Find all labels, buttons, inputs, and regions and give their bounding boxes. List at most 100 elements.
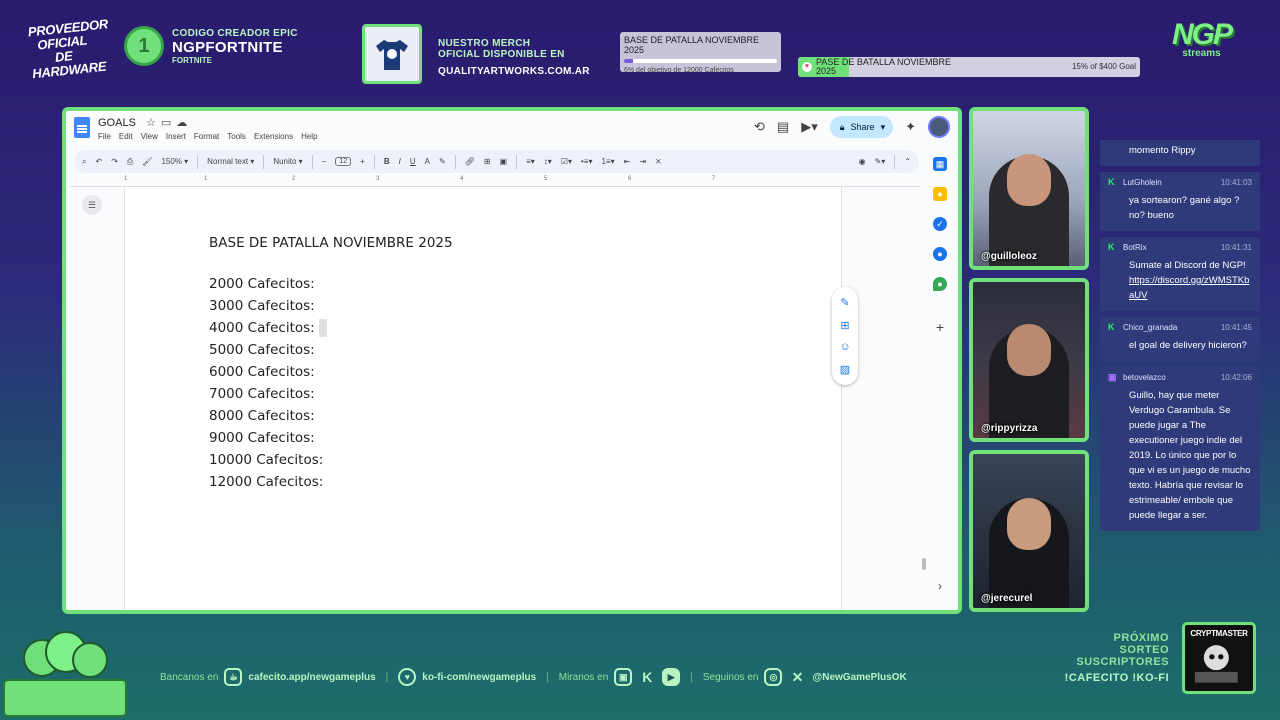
folder-icon[interactable]: ▭ (161, 116, 171, 129)
document-page[interactable]: BASE DE PATALLA NOVIEMBRE 2025 2000 Cafe… (124, 187, 842, 610)
clear-format-icon[interactable]: ⨯ (655, 157, 662, 166)
comment-icon[interactable]: ▤ (777, 119, 789, 135)
kick-icon[interactable]: K (638, 668, 656, 686)
editing-mode-icon[interactable]: ✎▾ (875, 157, 886, 166)
image-edit-icon[interactable]: ▨ (840, 363, 850, 376)
link-icon[interactable]: 🔗︎ (465, 157, 475, 166)
underline-icon[interactable]: U (410, 157, 416, 166)
bullet-list-icon[interactable]: •≡▾ (581, 157, 592, 166)
maps-icon[interactable]: ● (933, 277, 947, 291)
checklist-icon[interactable]: ☑▾ (561, 157, 572, 166)
text-color-icon[interactable]: A (425, 157, 430, 166)
cloud-icon[interactable]: ☁ (176, 116, 187, 129)
star-icon[interactable]: ☆ (146, 116, 156, 129)
goal-line[interactable]: 3000 Cafecitos: (209, 295, 453, 317)
image-icon[interactable]: ▣ (500, 157, 508, 166)
gemini-icon[interactable]: ✦ (905, 119, 916, 135)
meet-icon[interactable]: ▶▾ (801, 119, 818, 135)
goal-line[interactable]: 12000 Cafecitos: (209, 471, 453, 493)
font-size-decrease[interactable]: − (322, 157, 327, 166)
zoom-select[interactable]: 150% ▾ (161, 157, 188, 166)
emoji-icon[interactable]: ☺ (839, 341, 850, 353)
menu-format[interactable]: Format (194, 132, 219, 141)
chat-link[interactable]: https://discord.gg/zWMSTKbaUV (1129, 275, 1249, 301)
goal-line[interactable]: 9000 Cafecitos: (209, 427, 453, 449)
document-body[interactable]: BASE DE PATALLA NOVIEMBRE 2025 2000 Cafe… (209, 235, 453, 493)
menu-insert[interactable]: Insert (166, 132, 186, 141)
social-handle[interactable]: @NewGamePlusOK (812, 672, 906, 683)
avatar[interactable] (928, 116, 950, 138)
keep-icon[interactable]: ● (933, 187, 947, 201)
line-spacing-icon[interactable]: ↕▾ (544, 157, 552, 166)
calendar-icon[interactable]: ▦ (933, 157, 947, 171)
indent-decrease-icon[interactable]: ⇤ (624, 157, 631, 166)
kick-icon: K (1108, 242, 1115, 252)
menu-edit[interactable]: Edit (119, 132, 133, 141)
document-heading[interactable]: BASE DE PATALLA NOVIEMBRE 2025 (209, 235, 453, 251)
cafecito-link[interactable]: cafecito.app/newgameplus (248, 672, 375, 683)
highlight-icon[interactable]: ✎ (439, 157, 446, 166)
align-icon[interactable]: ≡▾ (526, 157, 535, 166)
chat-user: BotRix (1123, 243, 1147, 252)
search-icon[interactable]: ⌕ (82, 157, 86, 167)
menu-view[interactable]: View (141, 132, 158, 141)
menu-help[interactable]: Help (301, 132, 317, 141)
bancanos-label: Bancanos en (160, 671, 219, 683)
chevron-right-icon[interactable]: › (938, 579, 942, 593)
ruler-tick-label: 1 (124, 176, 128, 182)
add-comment-icon[interactable]: ⊞ (484, 157, 491, 166)
goal-line[interactable]: 4000 Cafecitos: (209, 317, 453, 339)
instagram-icon[interactable]: ◎ (764, 668, 783, 686)
collapse-toolbar-icon[interactable]: ⌃ (904, 157, 911, 166)
chat-feed: Ya vas a volver a tu mejor momento Rippy… (1100, 140, 1260, 606)
goal-line-text: 10000 Cafecitos: (209, 452, 324, 468)
document-title[interactable]: GOALS (98, 117, 136, 129)
italic-icon[interactable]: I (399, 157, 401, 166)
share-button[interactable]: 🔒︎ Share ▾ (829, 116, 894, 138)
font-select[interactable]: Nunito ▾ (273, 157, 302, 166)
docs-logo-icon[interactable] (74, 117, 90, 138)
contacts-icon[interactable]: ● (933, 247, 947, 261)
giveaway-commands: !CAFECITO !KO-FI (1064, 672, 1169, 684)
ruler[interactable]: 1 1 2 3 4 5 6 7 (70, 175, 920, 187)
numbered-list-icon[interactable]: 1≡▾ (601, 157, 614, 166)
goal-line[interactable]: 8000 Cafecitos: (209, 405, 453, 427)
goal-line[interactable]: 7000 Cafecitos: (209, 383, 453, 405)
print-icon[interactable]: ⎙ (127, 157, 133, 167)
add-comment-icon[interactable]: ⊞ (840, 319, 849, 332)
tasks-icon[interactable]: ✓ (933, 217, 947, 231)
divider (263, 154, 265, 169)
menu-file[interactable]: File (98, 132, 111, 141)
goal-line[interactable]: 6000 Cafecitos: (209, 361, 453, 383)
goal-line[interactable]: 5000 Cafecitos: (209, 339, 453, 361)
outline-icon[interactable]: ☰ (82, 195, 102, 215)
kofi-link[interactable]: ko-fi-com/newgameplus (422, 672, 536, 683)
goal-line[interactable]: 2000 Cafecitos: (209, 273, 453, 295)
youtube-icon[interactable]: ▶ (662, 668, 681, 686)
side-apps-panel: ▦ ● ✓ ● ● + › (922, 151, 958, 610)
menu-bar: File Edit View Insert Format Tools Exten… (98, 132, 318, 141)
twitch-icon[interactable]: ▣ (614, 668, 633, 686)
history-icon[interactable]: ⟲ (754, 119, 765, 135)
goal-line[interactable]: 10000 Cafecitos: (209, 449, 453, 471)
menu-extensions[interactable]: Extensions (254, 132, 293, 141)
mode-icon[interactable]: ◉ (859, 157, 866, 166)
suggest-edit-icon[interactable]: ✎ (840, 296, 849, 309)
style-select[interactable]: Normal text ▾ (207, 157, 254, 166)
redo-icon[interactable]: ↷ (111, 157, 118, 166)
x-icon[interactable]: ✕ (788, 668, 806, 686)
undo-icon[interactable]: ↶ (95, 157, 102, 166)
chevron-down-icon[interactable]: ▾ (881, 122, 886, 133)
ruler-tick-label: 1 (204, 176, 208, 182)
paint-format-icon[interactable]: 🖌︎ (142, 157, 152, 166)
merch-banner: NUESTRO MERCH OFICIAL DISPONIBLE EN QUAL… (438, 38, 590, 77)
scrollbar[interactable] (922, 558, 926, 570)
indent-increase-icon[interactable]: ⇥ (639, 157, 646, 166)
menu-tools[interactable]: Tools (227, 132, 246, 141)
goal-title: BASE DE PATALLA NOVIEMBRE 2025 (624, 35, 760, 55)
add-icon[interactable]: + (936, 319, 944, 335)
webcam-3: @jerecurel (969, 450, 1089, 612)
font-size-increase[interactable]: + (360, 157, 365, 166)
font-size-input[interactable]: 12 (335, 157, 352, 166)
bold-icon[interactable]: B (384, 157, 390, 166)
